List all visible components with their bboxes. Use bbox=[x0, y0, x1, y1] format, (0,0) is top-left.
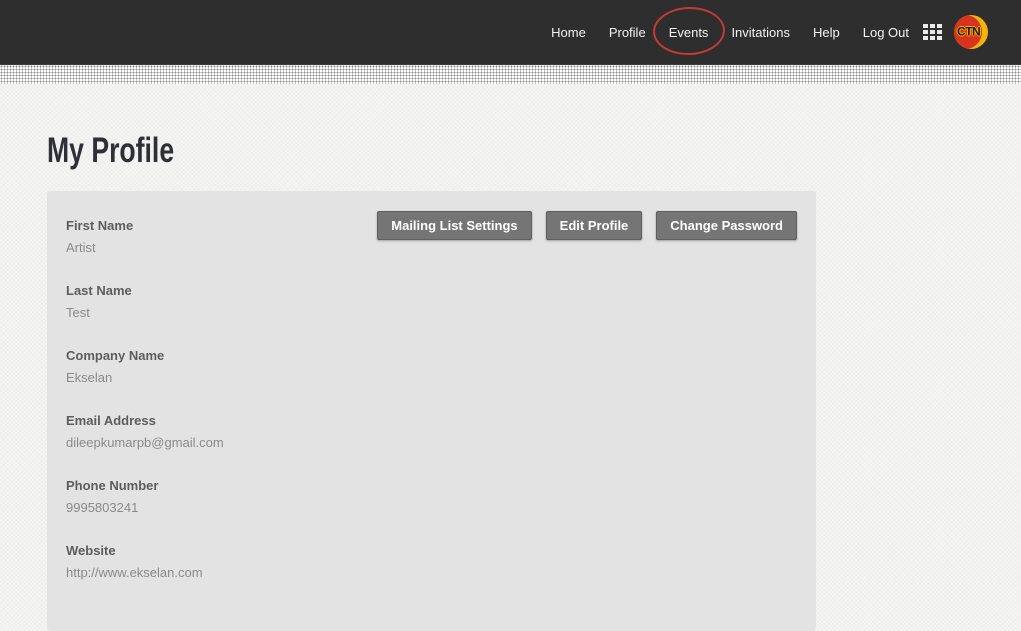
nav-item-profile[interactable]: Profile bbox=[608, 21, 647, 44]
halftone-divider bbox=[0, 64, 1021, 84]
mailing-list-settings-button[interactable]: Mailing List Settings bbox=[377, 211, 531, 240]
field-label: Phone Number bbox=[66, 478, 816, 493]
field-value: 9995803241 bbox=[66, 500, 816, 515]
ctn-logo-text: CTN bbox=[957, 25, 980, 39]
field-website: Website http://www.ekselan.com bbox=[66, 543, 816, 580]
field-value: Test bbox=[66, 305, 816, 320]
nav-item-events[interactable]: Events bbox=[668, 21, 710, 44]
top-nav-bar: Home Profile Events Invitations Help Log… bbox=[0, 0, 1021, 64]
ctn-logo[interactable]: CTN bbox=[954, 15, 988, 49]
field-email-address: Email Address dileepkumarpb@gmail.com bbox=[66, 413, 816, 450]
profile-fields: First Name Artist Last Name Test Company… bbox=[47, 191, 816, 580]
field-value: dileepkumarpb@gmail.com bbox=[66, 435, 816, 450]
nav-item-logout[interactable]: Log Out bbox=[862, 21, 910, 44]
change-password-button[interactable]: Change Password bbox=[656, 211, 797, 240]
field-label: Email Address bbox=[66, 413, 816, 428]
apps-grid-icon[interactable] bbox=[923, 24, 942, 40]
field-phone-number: Phone Number 9995803241 bbox=[66, 478, 816, 515]
profile-actions: Mailing List Settings Edit Profile Chang… bbox=[377, 211, 797, 240]
field-last-name: Last Name Test bbox=[66, 283, 816, 320]
field-value: Artist bbox=[66, 240, 816, 255]
field-label: Company Name bbox=[66, 348, 816, 363]
field-label: Last Name bbox=[66, 283, 816, 298]
edit-profile-button[interactable]: Edit Profile bbox=[546, 211, 643, 240]
profile-panel: Mailing List Settings Edit Profile Chang… bbox=[47, 191, 816, 631]
nav-item-invitations[interactable]: Invitations bbox=[730, 21, 791, 44]
main-content: My Profile Mailing List Settings Edit Pr… bbox=[0, 84, 1021, 631]
header-nav: Home Profile Events Invitations Help Log… bbox=[550, 21, 910, 44]
field-company-name: Company Name Ekselan bbox=[66, 348, 816, 385]
nav-item-events-label: Events bbox=[669, 25, 709, 40]
field-value: Ekselan bbox=[66, 370, 816, 385]
field-value: http://www.ekselan.com bbox=[66, 565, 816, 580]
field-label: Website bbox=[66, 543, 816, 558]
nav-item-help[interactable]: Help bbox=[812, 21, 841, 44]
page-title: My Profile bbox=[47, 131, 174, 171]
nav-item-home[interactable]: Home bbox=[550, 21, 587, 44]
